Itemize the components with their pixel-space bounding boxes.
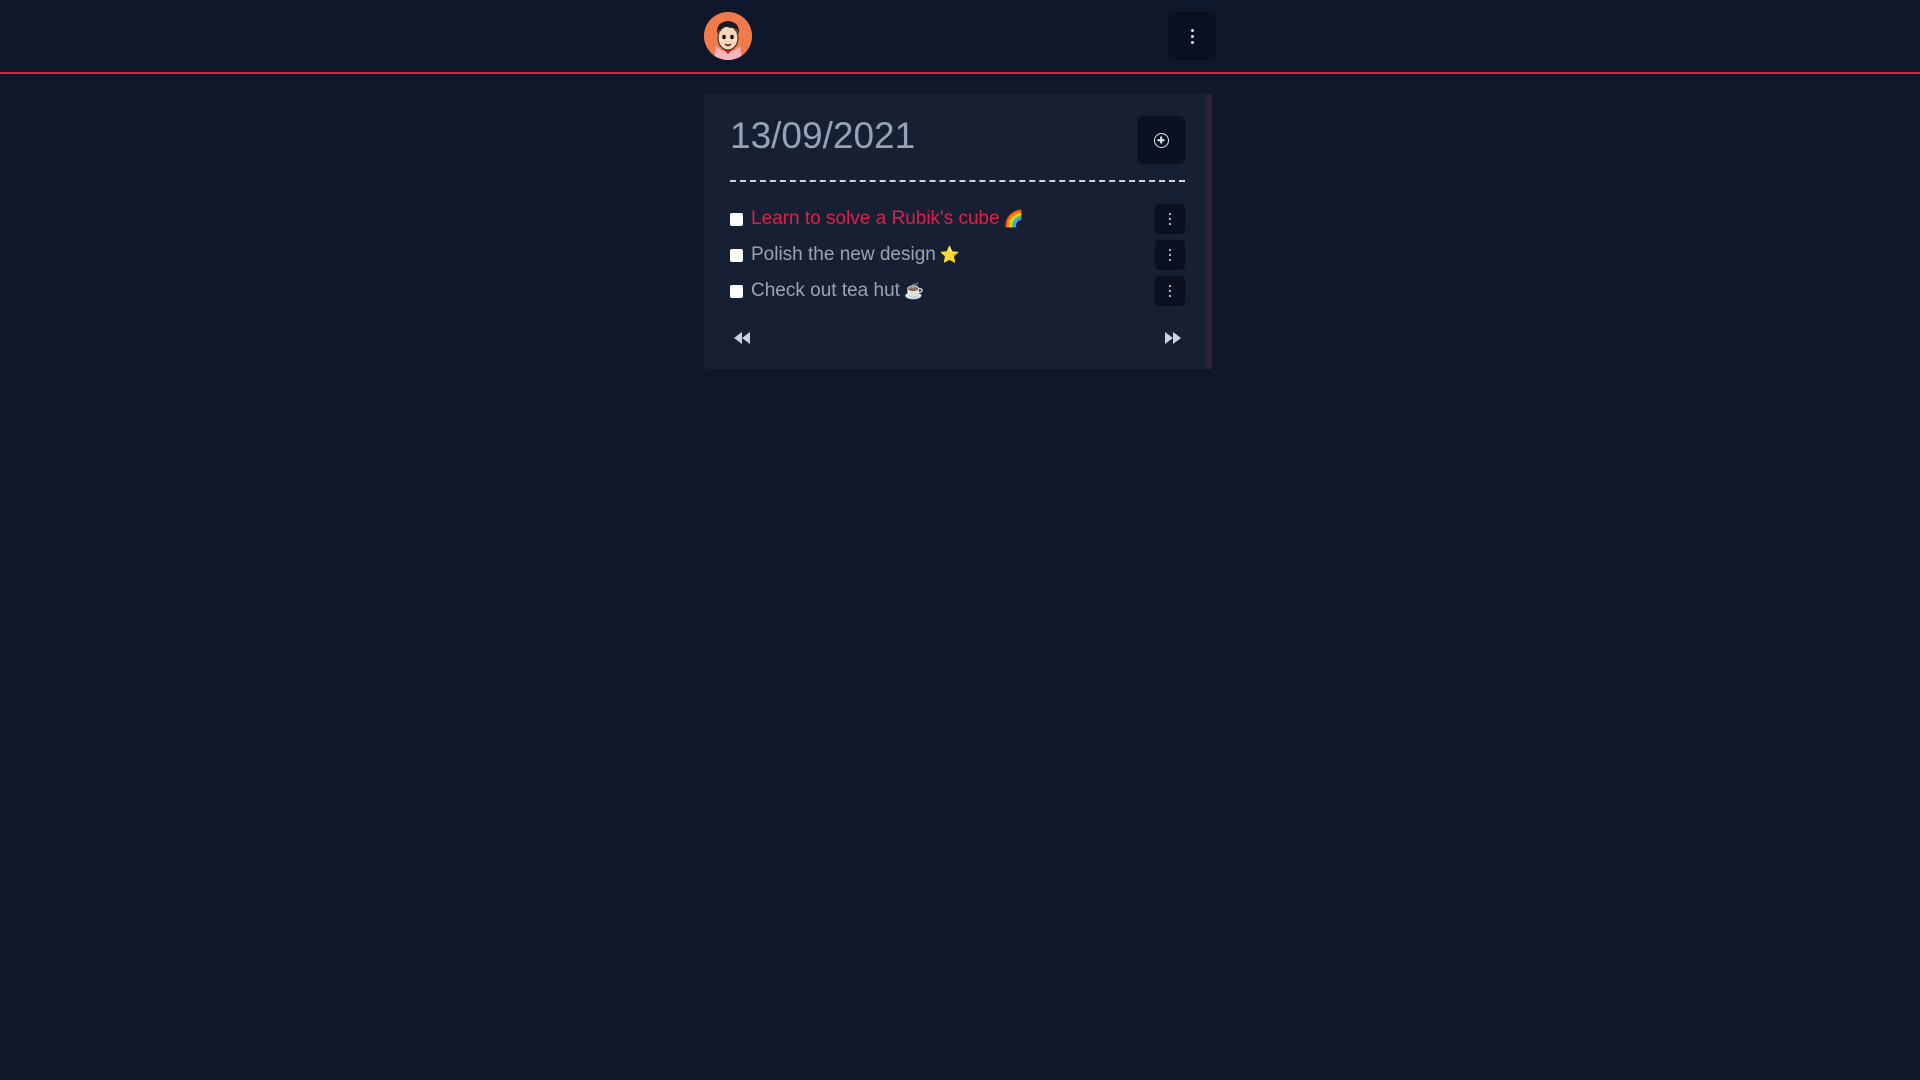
fast-forward-icon: [1165, 332, 1181, 344]
task-label[interactable]: Learn to solve a Rubik's cube: [751, 208, 1000, 230]
task-options-button[interactable]: [1155, 240, 1185, 270]
task-item: Polish the new design ⭐: [730, 240, 1185, 270]
previous-day-button[interactable]: [730, 330, 754, 346]
task-checkbox[interactable]: [730, 212, 743, 226]
task-item: Check out tea hut ☕: [730, 276, 1185, 306]
main-menu-button[interactable]: [1168, 12, 1216, 60]
task-item: Learn to solve a Rubik's cube 🌈: [730, 204, 1185, 234]
task-label[interactable]: Check out tea hut: [751, 280, 900, 302]
divider: [730, 180, 1185, 182]
vertical-dots-icon: [1190, 28, 1194, 44]
vertical-dots-icon: [1168, 248, 1172, 262]
task-options-button[interactable]: [1155, 276, 1185, 306]
plus-circle-icon: [1153, 132, 1169, 148]
star-emoji-icon: ⭐: [939, 247, 960, 264]
vertical-dots-icon: [1168, 284, 1172, 298]
task-checkbox[interactable]: [730, 284, 743, 298]
next-day-button[interactable]: [1161, 330, 1185, 346]
cartoon-boy-avatar-icon: [704, 12, 752, 60]
rainbow-emoji-icon: 🌈: [1003, 211, 1024, 228]
avatar[interactable]: [704, 12, 752, 60]
vertical-dots-icon: [1168, 212, 1172, 226]
task-checkbox[interactable]: [730, 248, 743, 262]
rewind-icon: [734, 332, 750, 344]
day-date: 13/09/2021: [730, 115, 916, 156]
top-navbar: [0, 0, 1920, 74]
add-task-button[interactable]: [1137, 116, 1185, 164]
day-card: 13/09/2021 Learn to solve a Rubik's cube…: [704, 94, 1212, 369]
task-options-button[interactable]: [1155, 204, 1185, 234]
task-label[interactable]: Polish the new design: [751, 244, 936, 266]
hot-beverage-emoji-icon: ☕: [903, 283, 924, 300]
